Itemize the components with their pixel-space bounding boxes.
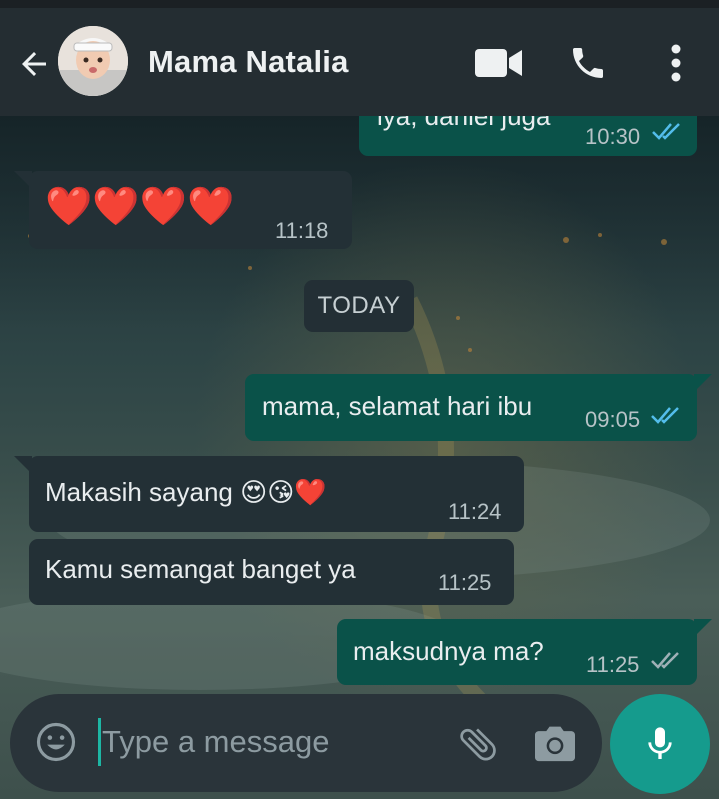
message-time: 09:05: [585, 407, 641, 432]
emoji-button[interactable]: [32, 718, 80, 766]
chat-header: Mama Natalia: [0, 8, 719, 116]
read-receipt-icon: [652, 123, 680, 140]
message-text: mama, selamat hari ibu: [262, 391, 533, 421]
status-bar: [0, 0, 719, 8]
more-options-button[interactable]: [651, 38, 701, 88]
video-call-icon: [475, 49, 522, 77]
message-text: ❤️❤️❤️❤️: [45, 186, 235, 228]
contact-avatar[interactable]: [58, 26, 128, 96]
camera-button[interactable]: [530, 718, 580, 768]
voice-record-button[interactable]: [610, 694, 710, 794]
bubble-tail-incoming: [14, 171, 32, 189]
bubble-tail-incoming: [14, 456, 32, 474]
message-time: 10:30: [585, 124, 641, 149]
message-bubble-outgoing[interactable]: mama, selamat hari ibu 09:05: [245, 374, 697, 441]
delivered-receipt-icon: [651, 652, 679, 669]
more-vertical-icon: [671, 44, 681, 82]
back-arrow-icon: [22, 52, 46, 76]
contact-name[interactable]: Mama Natalia: [148, 42, 349, 82]
microphone-icon: [648, 727, 672, 759]
message-bubble-incoming[interactable]: ❤️❤️❤️❤️ 11:18: [29, 171, 352, 249]
message-bubble-outgoing[interactable]: iya, daniel juga 10:30: [359, 116, 697, 156]
message-time: 11:18: [275, 218, 329, 243]
bubble-tail-outgoing: [694, 619, 712, 637]
attach-button[interactable]: [452, 718, 504, 770]
chat-screen: Mama Natalia iya, daniel juga 10:30 ❤️❤️…: [0, 0, 719, 799]
message-bubble-outgoing[interactable]: maksudnya ma? 11:25: [337, 619, 697, 685]
message-text: Makasih sayang 😍😘❤️: [45, 477, 327, 507]
message-text: Kamu semangat banget ya: [45, 554, 356, 584]
read-receipt-icon: [651, 407, 679, 424]
avatar-photo: [58, 26, 128, 96]
text-cursor: [98, 718, 101, 766]
message-time: 11:25: [586, 652, 640, 677]
message-text: maksudnya ma?: [353, 636, 544, 666]
message-composer[interactable]: Type a message: [10, 694, 602, 792]
date-separator: TODAY: [304, 280, 414, 332]
message-input[interactable]: Type a message: [102, 722, 329, 762]
video-call-button[interactable]: [474, 38, 524, 88]
message-bubble-incoming[interactable]: Kamu semangat banget ya 11:25: [29, 539, 514, 605]
message-time: 11:25: [438, 570, 492, 595]
emoji-icon: [36, 722, 76, 762]
back-button[interactable]: [14, 44, 54, 84]
message-time: 11:24: [448, 499, 502, 524]
bubble-tail-outgoing: [694, 374, 712, 392]
message-bubble-incoming[interactable]: Makasih sayang 😍😘❤️ 11:24: [29, 456, 524, 532]
message-list[interactable]: iya, daniel juga 10:30 ❤️❤️❤️❤️ 11:18 TO…: [0, 116, 719, 693]
message-text: iya, daniel juga: [377, 116, 551, 131]
voice-call-button[interactable]: [563, 38, 613, 88]
camera-icon: [535, 726, 575, 762]
phone-call-icon: [573, 48, 603, 78]
attach-icon: [460, 728, 496, 761]
